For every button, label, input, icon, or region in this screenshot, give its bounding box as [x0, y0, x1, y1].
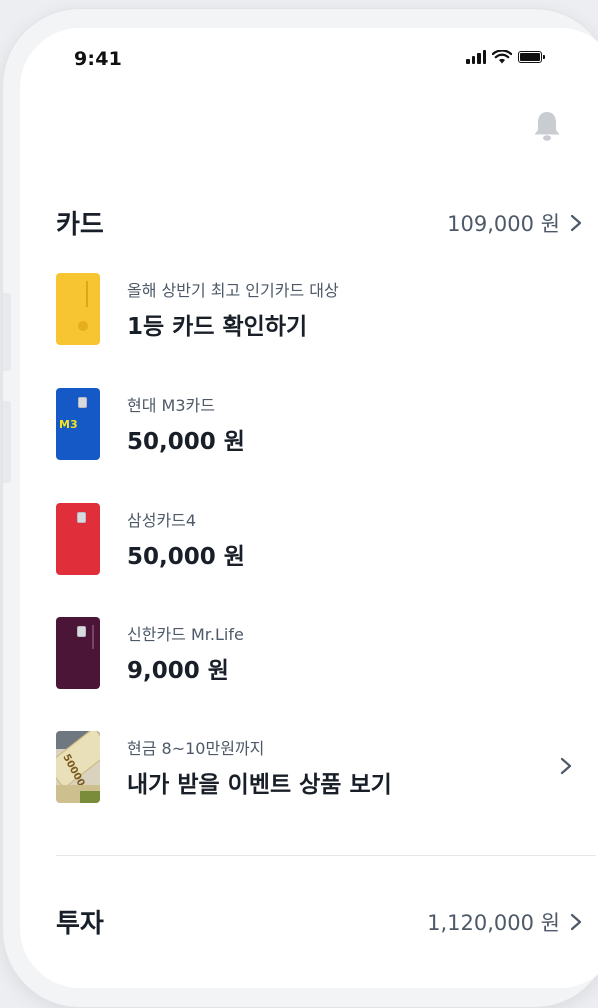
invest-section-header[interactable]: 투자 1,120,000 원 [56, 903, 582, 940]
cellular-signal-icon [466, 50, 486, 64]
item-main-text: 내가 받을 이벤트 상품 보기 [127, 772, 392, 798]
card-total-amount: 109,000 원 [447, 211, 560, 236]
item-main-text: 1등 카드 확인하기 [127, 314, 308, 340]
yellow-card-icon [56, 273, 100, 345]
section-divider [56, 855, 596, 856]
hyundai-m3-card-icon: M3 [56, 388, 100, 460]
status-time: 9:41 [74, 48, 123, 70]
list-item-shinhan-card[interactable]: 신한카드 Mr.Life 9,000 원 [56, 610, 582, 696]
wifi-icon [492, 50, 512, 64]
item-amount: 50,000 원 [127, 544, 245, 570]
chevron-right-icon [570, 214, 582, 231]
item-subtitle: 삼성카드4 [127, 511, 197, 530]
item-subtitle: 현대 M3카드 [127, 396, 215, 415]
card-m3-label: M3 [59, 418, 78, 431]
chevron-right-icon [570, 913, 582, 930]
item-subtitle: 현금 8~10만원까지 [127, 739, 265, 758]
card-section-title: 카드 [56, 210, 104, 240]
list-item-hyundai-m3[interactable]: M3 현대 M3카드 50,000 원 [56, 381, 582, 467]
item-subtitle: 올해 상반기 최고 인기카드 대상 [127, 281, 339, 300]
card-section-header[interactable]: 카드 109,000 원 [56, 204, 582, 241]
invest-total-link[interactable]: 1,120,000 원 [427, 907, 582, 937]
samsung-card-icon [56, 503, 100, 575]
item-amount: 50,000 원 [127, 429, 245, 455]
item-subtitle: 신한카드 Mr.Life [127, 625, 244, 644]
volume-down-button [3, 401, 11, 483]
invest-section-title: 투자 [56, 909, 104, 939]
invest-total-amount: 1,120,000 원 [427, 910, 560, 935]
item-amount: 9,000 원 [127, 658, 229, 684]
shinhan-card-icon [56, 617, 100, 689]
status-icons [466, 50, 545, 64]
cash-banknote-icon: 50000 [56, 731, 100, 803]
list-item-cash-event[interactable]: 50000 현금 8~10만원까지 내가 받을 이벤트 상품 보기 [56, 724, 582, 810]
list-item-samsung-card[interactable]: 삼성카드4 50,000 원 [56, 496, 582, 582]
volume-up-button [3, 293, 11, 371]
card-total-link[interactable]: 109,000 원 [447, 208, 582, 238]
chevron-right-icon [560, 757, 572, 775]
list-item-popular-card[interactable]: 올해 상반기 최고 인기카드 대상 1등 카드 확인하기 [56, 266, 582, 352]
battery-icon [518, 51, 545, 63]
app-screen: 9:41 카드 109,000 원 올해 상반기 최고 인기카드 대상 1등 카… [20, 28, 598, 988]
notification-bell-icon[interactable] [532, 110, 562, 142]
